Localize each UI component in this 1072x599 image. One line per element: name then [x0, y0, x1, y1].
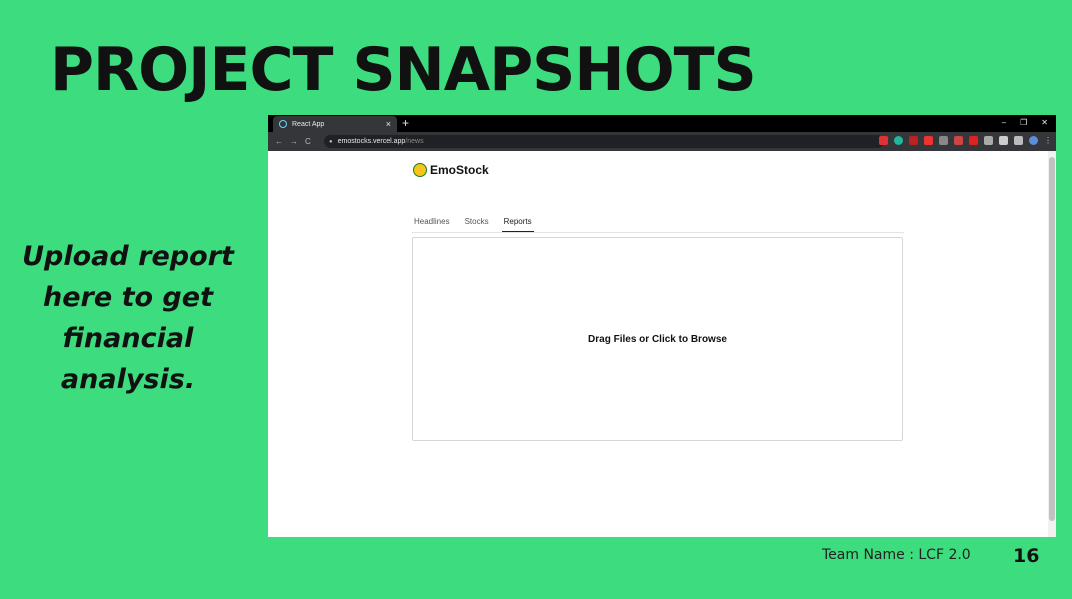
- brand-name: EmoStock: [430, 163, 489, 177]
- file-dropzone[interactable]: Drag Files or Click to Browse: [412, 237, 903, 441]
- reading-list-icon[interactable]: [1014, 136, 1023, 145]
- tab-headlines[interactable]: Headlines: [412, 215, 452, 231]
- extension-icon[interactable]: [894, 136, 903, 145]
- browser-tab-title: React App: [292, 120, 325, 128]
- url-host: emostocks.vercel.app: [337, 138, 406, 145]
- scroll-thumb[interactable]: [1049, 157, 1055, 521]
- brand[interactable]: EmoStock: [413, 163, 489, 177]
- react-favicon-icon: [279, 120, 287, 128]
- extension-icon[interactable]: [954, 136, 963, 145]
- new-tab-button[interactable]: +: [402, 116, 409, 130]
- emostock-logo-icon: [413, 163, 427, 177]
- lock-icon: ●: [329, 138, 333, 145]
- tab-reports[interactable]: Reports: [501, 215, 534, 232]
- close-window-button[interactable]: ✕: [1041, 117, 1048, 129]
- slide-title: PROJECT SNAPSHOTS: [50, 35, 757, 105]
- scrollbar[interactable]: [1048, 151, 1056, 537]
- slide-caption: Upload report here to get financial anal…: [22, 241, 234, 395]
- extension-icons: ⋮: [879, 136, 1052, 145]
- maximize-button[interactable]: ❐: [1020, 117, 1027, 129]
- avatar[interactable]: [1029, 136, 1038, 145]
- extension-icon[interactable]: [969, 136, 978, 145]
- puzzle-icon[interactable]: [999, 136, 1008, 145]
- extension-icon[interactable]: [909, 136, 918, 145]
- window-controls: – ❐ ✕: [1002, 117, 1048, 129]
- reload-button[interactable]: C: [305, 137, 311, 146]
- menu-icon[interactable]: ⋮: [1044, 136, 1052, 145]
- extension-icon[interactable]: [984, 136, 993, 145]
- browser-toolbar: ← → C ● emostocks.vercel.app/news ⋮: [268, 132, 1056, 151]
- extension-icon[interactable]: [879, 136, 888, 145]
- address-bar[interactable]: ● emostocks.vercel.app/news: [324, 135, 884, 148]
- web-page: EmoStock Headlines Stocks Reports Drag F…: [268, 151, 1048, 537]
- minimize-button[interactable]: –: [1002, 117, 1006, 129]
- browser-tab-bar: React App × + – ❐ ✕: [268, 115, 1056, 132]
- tab-close-icon[interactable]: ×: [386, 119, 391, 129]
- page-number: 16: [1013, 545, 1040, 567]
- dropzone-label: Drag Files or Click to Browse: [588, 333, 727, 345]
- forward-button[interactable]: →: [290, 137, 298, 146]
- tabs-nav: Headlines Stocks Reports: [412, 215, 904, 233]
- url-path: /news: [405, 138, 424, 145]
- extension-icon[interactable]: [939, 136, 948, 145]
- back-button[interactable]: ←: [275, 137, 283, 146]
- browser-window: React App × + – ❐ ✕ ← → C ● emostocks.ve…: [268, 115, 1056, 537]
- extension-icon[interactable]: [924, 136, 933, 145]
- browser-tab[interactable]: React App ×: [273, 116, 397, 132]
- team-name: Team Name : LCF 2.0: [822, 547, 971, 563]
- tab-stocks[interactable]: Stocks: [463, 215, 491, 231]
